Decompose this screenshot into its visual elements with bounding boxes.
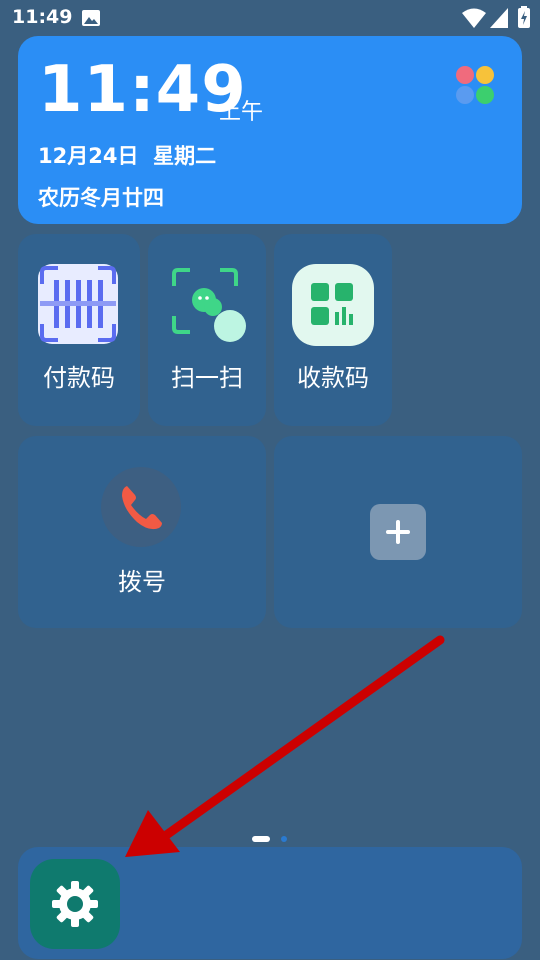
add-tile[interactable] <box>274 436 522 628</box>
battery-charging-icon <box>518 6 530 28</box>
barcode-icon <box>38 264 118 344</box>
plus-icon <box>386 520 410 544</box>
clock-lunar-date: 农历冬月廿四 <box>38 186 164 210</box>
wifi-icon <box>462 8 486 28</box>
settings-app-icon[interactable] <box>30 859 120 949</box>
plus-button[interactable] <box>370 504 426 560</box>
pay-code-tile[interactable]: 付款码 <box>18 234 140 426</box>
pay-code-label: 付款码 <box>43 364 115 392</box>
gear-icon <box>52 881 98 927</box>
signal-icon <box>490 8 508 28</box>
receive-code-icon <box>292 264 374 346</box>
colorful-apps-icon[interactable] <box>456 66 494 104</box>
page-indicator <box>252 836 287 842</box>
scan-label: 扫一扫 <box>171 364 243 392</box>
receive-code-label: 收款码 <box>297 364 369 392</box>
clock-widget[interactable]: 11:49 上午 12月24日 星期二 农历冬月廿四 <box>18 36 522 224</box>
phone-icon <box>101 467 181 547</box>
clock-ampm: 上午 <box>219 100 264 125</box>
clock-time: 11:49 <box>38 53 247 127</box>
wechat-scan-icon <box>172 268 246 342</box>
image-icon <box>82 10 100 26</box>
dial-label: 拨号 <box>118 568 166 596</box>
clock-date: 12月24日 星期二 <box>38 144 217 168</box>
dock <box>18 847 522 959</box>
receive-code-tile[interactable]: 收款码 <box>274 234 392 426</box>
scan-tile[interactable]: 扫一扫 <box>148 234 266 426</box>
status-bar: 11:49 <box>0 0 540 36</box>
status-time: 11:49 <box>12 6 73 28</box>
dial-tile[interactable]: 拨号 <box>18 436 266 628</box>
